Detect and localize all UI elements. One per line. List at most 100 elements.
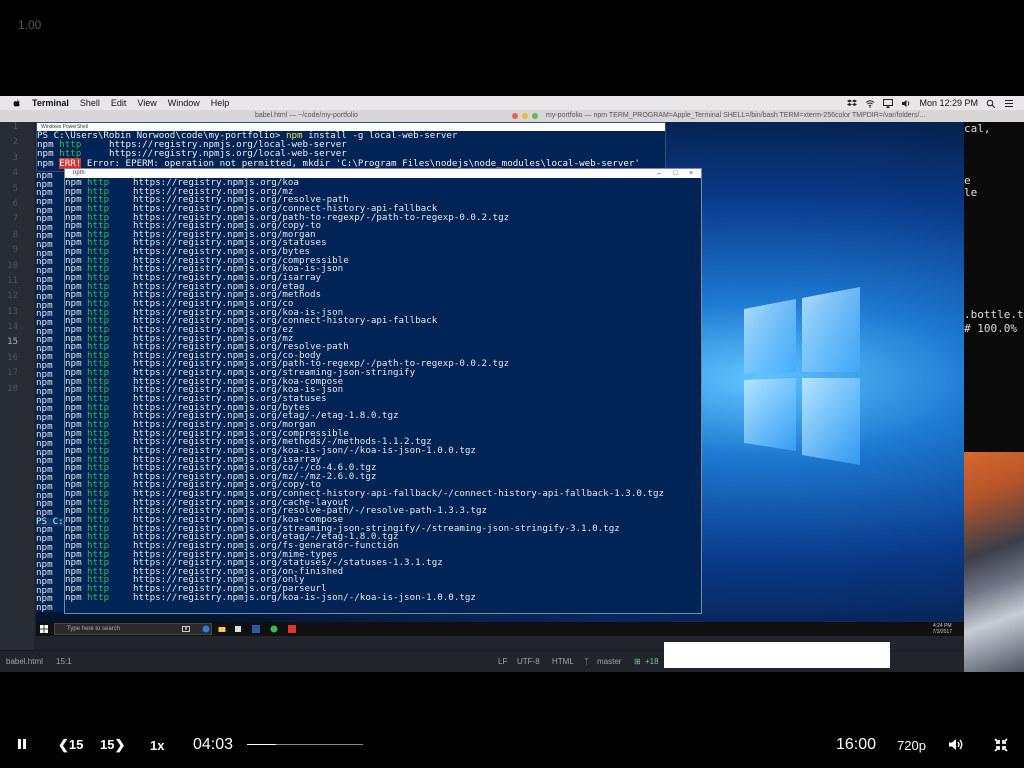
editor-tab-title[interactable]: babel.html — ~/code/my-portfolio (255, 112, 358, 119)
quality-button[interactable]: 720p (897, 738, 926, 753)
taskbar-clock[interactable]: 4:24 PM 7/3/2017 (933, 623, 952, 635)
line-number: 16 (7, 352, 18, 363)
line-number: 17 (7, 368, 18, 379)
terminal-line: cal, (964, 122, 991, 135)
rewind-label: 15 (68, 737, 84, 752)
line-number: 18 (7, 383, 18, 394)
volume-icon[interactable] (901, 99, 911, 108)
powershell-taskbar-icon[interactable] (252, 625, 260, 633)
playback-rate-button[interactable]: 1x (150, 738, 164, 753)
status-grammar[interactable]: HTML (552, 657, 574, 666)
status-cursor-position[interactable]: 15:1 (56, 657, 72, 666)
pause-icon[interactable] (16, 738, 28, 750)
taskbar-date: 7/3/2017 (932, 629, 952, 635)
wifi-icon[interactable] (865, 99, 875, 108)
maximize-icon[interactable]: □ (673, 169, 677, 178)
edge-icon[interactable] (202, 625, 210, 633)
menu-shell[interactable]: Shell (80, 98, 100, 108)
progress-bar[interactable] (247, 744, 363, 745)
line-number: 2 (12, 137, 18, 148)
line-number: 1 (12, 122, 18, 132)
speed-overlay: 1.00 (18, 18, 42, 32)
npm-prefix: npm (65, 591, 82, 603)
airplay-icon[interactable] (883, 98, 894, 108)
powershell-line-text: Error: EPERM: operation not permitted, m… (81, 157, 640, 169)
window-tab-strip: babel.html — ~/code/my-portfolio my-port… (0, 110, 1024, 122)
status-line-ending[interactable]: LF (498, 657, 507, 666)
menu-view[interactable]: View (137, 98, 156, 108)
npm-output-row: npm http https://registry.npmjs.org/koa-is… (65, 591, 701, 603)
spotlight-icon[interactable] (986, 99, 996, 108)
rewind-button[interactable]: ❮15 (58, 737, 83, 753)
windows-start-icon[interactable] (40, 625, 48, 633)
close-window-button[interactable] (512, 113, 518, 119)
store-icon[interactable] (234, 625, 242, 633)
rewind-chevron-icon: ❮ (58, 737, 69, 752)
menu-edit[interactable]: Edit (111, 98, 127, 108)
menu-window[interactable]: Window (168, 98, 200, 108)
fragment-line: npm (36, 602, 53, 612)
line-number: 13 (7, 306, 18, 317)
task-view-icon[interactable] (182, 625, 190, 633)
menu-app-name[interactable]: Terminal (32, 98, 69, 108)
menubar-status-area: Mon 12:29 PM (847, 96, 1014, 110)
notification-center-icon[interactable] (1004, 99, 1014, 108)
branch-icon: ᛉ (584, 657, 589, 666)
close-icon[interactable]: × (689, 169, 693, 178)
app-red-icon[interactable] (288, 625, 296, 633)
status-file-name[interactable]: babel.html (6, 657, 43, 666)
terminal-line: .bottle.t (964, 308, 1024, 321)
blank-panel (664, 642, 890, 668)
npm-output: npm http https://registry.npmjs.org/koa npm… (65, 178, 701, 603)
terminal-line: le (964, 186, 978, 199)
line-number: 10 (7, 260, 18, 271)
minimize-window-button[interactable] (522, 113, 528, 119)
status-encoding[interactable]: UTF-8 (517, 657, 540, 666)
line-number: 9 (12, 245, 18, 256)
npm-console-window[interactable]: npm – □ × npm http https://registry.npmjs.… (64, 168, 702, 614)
forward-button[interactable]: 15❯ (100, 737, 125, 753)
line-number: 6 (12, 198, 18, 209)
menu-help[interactable]: Help (211, 98, 230, 108)
forward-label: 15 (100, 737, 115, 752)
video-player: 1.00 Terminal Shell Edit View Window Hel… (0, 0, 1024, 768)
windows-taskbar: Type here to search 4:24 PM 7/3/2017 (36, 622, 964, 636)
line-number: 14 (7, 322, 18, 333)
file-explorer-icon[interactable] (218, 625, 226, 633)
current-time: 04:03 (193, 736, 234, 753)
duration: 16:00 (836, 736, 877, 753)
volume-icon[interactable] (948, 738, 964, 751)
git-changes-icon: ⊞ (634, 657, 641, 666)
powershell-window[interactable]: Windows PowerShell PS C:\Users\Robin Nor… (36, 122, 666, 172)
line-number: 4 (12, 168, 18, 179)
forward-chevron-icon: ❯ (114, 737, 126, 752)
terminal-line: # 100.0% (964, 322, 1017, 335)
http-tag: http (87, 591, 110, 603)
line-number: 7 (12, 214, 18, 225)
registry-url: https://registry.npmjs.org/koa-is-json/-… (133, 591, 476, 603)
powershell-err-tag: ERR! (59, 157, 82, 169)
video-frame[interactable]: Terminal Shell Edit View Window Help Mon… (0, 96, 1024, 672)
line-number: 12 (7, 291, 18, 302)
line-number: 11 (7, 275, 18, 286)
line-number: 8 (12, 229, 18, 240)
exit-fullscreen-icon[interactable] (994, 738, 1008, 752)
status-git-changes[interactable]: +18 (645, 657, 659, 666)
minimize-icon[interactable]: – (657, 169, 661, 178)
terminal-tab-title[interactable]: my-portfolio — npm TERM_PROGRAM=Apple_Te… (546, 112, 925, 119)
taskbar-search-placeholder: Type here to search (67, 626, 121, 632)
menubar-clock[interactable]: Mon 12:29 PM (919, 98, 978, 108)
chrome-icon[interactable] (270, 625, 278, 633)
zoom-window-button[interactable] (532, 113, 538, 119)
line-number: 3 (12, 152, 18, 163)
powershell-npm-prefix: npm (37, 157, 54, 169)
line-number: 5 (12, 183, 18, 194)
line-number: 15 (7, 337, 18, 348)
mac-menubar: Terminal Shell Edit View Window Help Mon… (0, 96, 1024, 110)
status-branch[interactable]: master (597, 657, 621, 666)
npm-window-title: npm (73, 170, 85, 176)
powershell-left-edge: npm npm npm npm npm npm npm npm npm npm npm npm npm n… (36, 172, 64, 612)
background-terminal[interactable]: cal, e le .bottle.t # 100.0% (964, 122, 1024, 452)
desktop-wallpaper (964, 452, 1024, 672)
dropbox-icon[interactable] (847, 99, 858, 108)
